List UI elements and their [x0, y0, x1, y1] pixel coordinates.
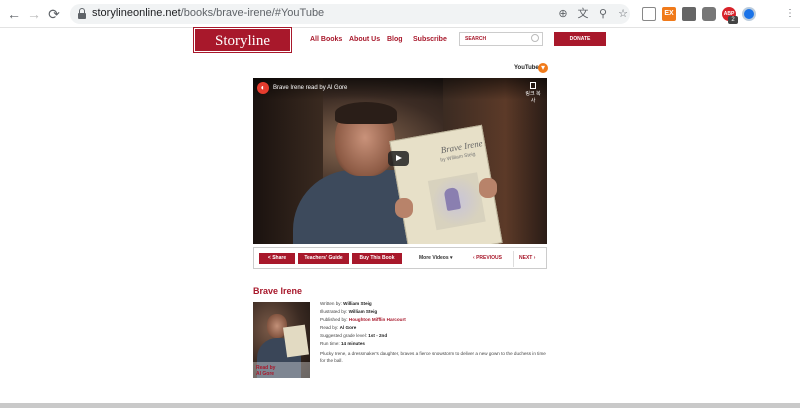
- thumbnail-caption: Read by Al Gore: [253, 362, 310, 378]
- video-hand-right: [479, 178, 497, 198]
- channel-logo-icon[interactable]: ◐: [257, 82, 269, 94]
- controls-divider: [513, 251, 514, 267]
- video-hand-left: [395, 198, 413, 218]
- video-player[interactable]: Brave Irene by William Steig ◐ Brave Ire…: [253, 78, 547, 244]
- back-icon[interactable]: ←: [6, 6, 22, 22]
- thumbnail-book: [283, 324, 309, 358]
- reload-icon[interactable]: ⟳: [46, 6, 62, 22]
- add-icon[interactable]: ⊕: [556, 7, 570, 21]
- youtube-toggle-label: YouTube: [514, 65, 539, 71]
- horizontal-scrollbar[interactable]: [0, 403, 800, 408]
- buy-book-button[interactable]: Buy This Book: [352, 253, 402, 264]
- adblock-count-badge: 2: [728, 16, 738, 24]
- forward-icon[interactable]: →: [26, 6, 42, 22]
- nav-blog[interactable]: Blog: [387, 36, 403, 43]
- copy-link-button[interactable]: 링크 복사: [525, 82, 541, 104]
- book-description: Plucky Irene, a dressmaker's daughter, b…: [320, 351, 546, 363]
- url-text[interactable]: storylineonline.net/books/brave-irene/#Y…: [92, 7, 324, 19]
- book-title: Brave Irene: [253, 286, 303, 296]
- read-by: Read by: Al Gore: [320, 325, 357, 330]
- play-button-icon[interactable]: [388, 151, 409, 166]
- copy-link-icon: [530, 82, 536, 89]
- search-placeholder: SEARCH: [465, 36, 487, 42]
- published-by: Published by: Houghton Mifflin Harcourt: [320, 317, 406, 322]
- site-logo[interactable]: Storyline Online: [193, 27, 292, 73]
- zoom-icon[interactable]: ⚲: [596, 7, 610, 21]
- chevron-left-icon: ‹: [473, 255, 475, 261]
- video-controls-bar: < Share Teachers' Guide Buy This Book Mo…: [253, 247, 547, 269]
- nav-subscribe[interactable]: Subscribe: [413, 36, 447, 43]
- video-person-hair: [335, 102, 397, 124]
- donate-button[interactable]: DONATE: [554, 32, 606, 46]
- nav-about-us[interactable]: About Us: [349, 36, 380, 43]
- profile-extension-icon[interactable]: [742, 7, 756, 21]
- extension-icon-2[interactable]: [702, 7, 716, 21]
- share-icon: <: [267, 255, 271, 261]
- cast-icon[interactable]: [642, 7, 656, 21]
- thumbnail-caption-line-2: Al Gore: [256, 371, 275, 377]
- lock-icon: [78, 8, 86, 19]
- video-title[interactable]: Brave Irene read by Al Gore: [273, 85, 347, 91]
- share-button[interactable]: < Share: [259, 253, 295, 264]
- chevron-right-icon: ›: [533, 255, 536, 261]
- youtube-toggle-icon[interactable]: ▾: [538, 63, 548, 73]
- ex-extension-icon[interactable]: EX: [662, 7, 676, 21]
- publisher-link[interactable]: Houghton Mifflin Harcourt: [349, 317, 406, 322]
- search-input[interactable]: SEARCH: [459, 32, 543, 46]
- previous-label: PREVIOUS: [476, 255, 502, 261]
- illustrated-by: Illustrated by: William Steig: [320, 309, 378, 314]
- nav-all-books[interactable]: All Books: [310, 36, 342, 43]
- address-bar[interactable]: storylineonline.net/books/brave-irene/#Y…: [70, 4, 630, 24]
- menu-kebab-icon[interactable]: ⋮: [782, 6, 798, 22]
- more-videos-dropdown[interactable]: More Videos ▾: [419, 255, 453, 261]
- grade-level: Suggested grade level: 1st - 2nd: [320, 333, 388, 338]
- book-thumbnail[interactable]: Read by Al Gore: [253, 302, 310, 378]
- translate-icon[interactable]: 文: [576, 7, 590, 21]
- next-button[interactable]: NEXT ›: [519, 255, 535, 261]
- share-label: Share: [272, 255, 287, 261]
- bookmark-star-icon[interactable]: ☆: [616, 7, 630, 21]
- extension-icon-1[interactable]: [682, 7, 696, 21]
- run-time: Run time: 14 minutes: [320, 341, 365, 346]
- next-label: NEXT: [519, 255, 533, 261]
- chevron-down-icon: ▾: [450, 255, 453, 261]
- search-icon[interactable]: [531, 34, 539, 42]
- teachers-guide-button[interactable]: Teachers' Guide: [298, 253, 349, 264]
- written-by: Written by: William Steig: [320, 301, 372, 306]
- previous-button[interactable]: ‹ PREVIOUS: [473, 255, 502, 261]
- copy-link-label: 링크 복사: [525, 91, 541, 104]
- more-videos-label: More Videos: [419, 255, 449, 261]
- browser-toolbar: ← → ⟳ storylineonline.net/books/brave-ir…: [0, 0, 800, 28]
